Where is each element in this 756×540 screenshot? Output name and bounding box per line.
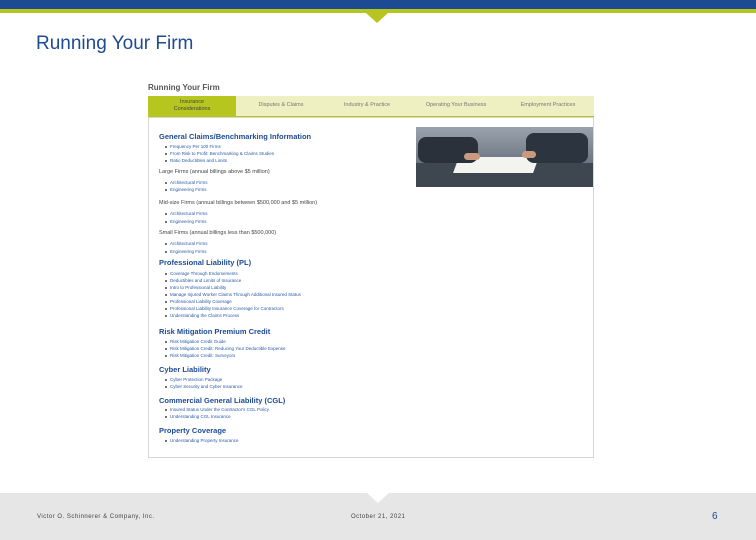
link-small-engineering[interactable]: Engineering Firms <box>165 249 207 254</box>
top-notch-arrow <box>366 13 388 23</box>
link-claims-process[interactable]: Understanding the Claims Process <box>164 313 239 318</box>
footer-notch-arrow <box>367 493 389 503</box>
link-cgl-insurance[interactable]: Understanding CGL Insurance <box>165 414 231 419</box>
footer-date: October 21, 2021 <box>351 514 406 520</box>
link-cyber-package[interactable]: Cyber Protection Package <box>164 377 222 382</box>
link-coverage-endorsements[interactable]: Coverage Through Endorsements <box>165 271 238 276</box>
slide-title: Running Your Firm <box>36 33 194 54</box>
screenshot-heading: Running Your Firm <box>148 83 220 92</box>
content-panel: General Claims/Benchmarking Information … <box>148 117 594 458</box>
link-pl-contractors[interactable]: Professional Liability Insurance Coverag… <box>165 306 284 311</box>
link-large-architectural[interactable]: Architectural Firms <box>165 180 208 185</box>
link-large-engineering[interactable]: Engineering Firms <box>165 187 207 192</box>
link-pl-coverage[interactable]: Professional Liability Coverage <box>165 299 232 304</box>
link-injured-worker[interactable]: Manage Injured Worker Claims Through Add… <box>165 292 301 297</box>
link-small-architectural[interactable]: Architectural Firms <box>165 241 208 246</box>
link-frequency[interactable]: Frequency Per 100 Firms <box>165 144 221 149</box>
link-cyber-security[interactable]: Cyber Security and Cyber Insurance <box>165 384 243 389</box>
top-brand-bar <box>0 0 756 9</box>
link-rm-guide[interactable]: Risk Mitigation Credit Guide <box>165 339 226 344</box>
subsection-mid-firms: Mid-size Firms (annual billings between … <box>159 200 318 206</box>
tab-industry-practice[interactable]: Industry & Practice <box>326 96 408 116</box>
link-rm-surveyors[interactable]: Risk Mitigation Credit: Surveyors <box>164 353 235 358</box>
link-mid-architectural[interactable]: Architectural Firms <box>165 211 208 216</box>
tab-operating-your-business[interactable]: Operating Your Business <box>412 96 500 116</box>
section-risk-mitigation: Risk Mitigation Premium Credit <box>159 327 271 336</box>
link-ratio-deductibles[interactable]: Ratio Deductibles and Limits <box>164 158 227 163</box>
link-rm-deductible[interactable]: Risk Mitigation Credit: Reducing Your De… <box>165 346 286 351</box>
subsection-large-firms: Large Firms (annual billings above $5 mi… <box>159 169 270 175</box>
link-property-insurance[interactable]: Understanding Property Insurance <box>165 438 239 443</box>
section-cgl: Commercial General Liability (CGL) <box>159 396 286 405</box>
tab-disputes-claims[interactable]: Disputes & Claims <box>240 96 322 116</box>
link-mid-engineering[interactable]: Engineering Firms <box>165 219 207 224</box>
link-deductibles-limits[interactable]: Deductibles and Limits of Insurance <box>164 278 241 283</box>
section-general-claims: General Claims/Benchmarking Information <box>159 132 312 141</box>
footer-company: Victor O. Schinnerer & Company, Inc. <box>37 514 155 520</box>
tab-employment-practices[interactable]: Employment Practices <box>504 96 592 116</box>
business-meeting-photo <box>416 127 593 187</box>
section-cyber-liability: Cyber Liability <box>159 365 211 374</box>
section-property-coverage: Property Coverage <box>159 426 227 435</box>
subsection-small-firms: Small Firms (annual billings less than $… <box>159 230 277 236</box>
link-insured-status[interactable]: Insured Status Under the Contractor's CG… <box>165 407 269 412</box>
link-benchmarking[interactable]: From Risk to Profit: Benchmarking & Clai… <box>164 151 274 156</box>
section-professional-liability: Professional Liability (PL) <box>159 258 252 267</box>
website-screenshot: Running Your Firm Insurance Consideratio… <box>148 82 594 458</box>
page-number: 6 <box>712 511 718 522</box>
tab-bar: Insurance Considerations Disputes & Clai… <box>148 96 594 117</box>
link-intro-pl[interactable]: Intro to Professional Liability <box>164 285 226 290</box>
tab-insurance-considerations[interactable]: Insurance Considerations <box>148 96 236 116</box>
